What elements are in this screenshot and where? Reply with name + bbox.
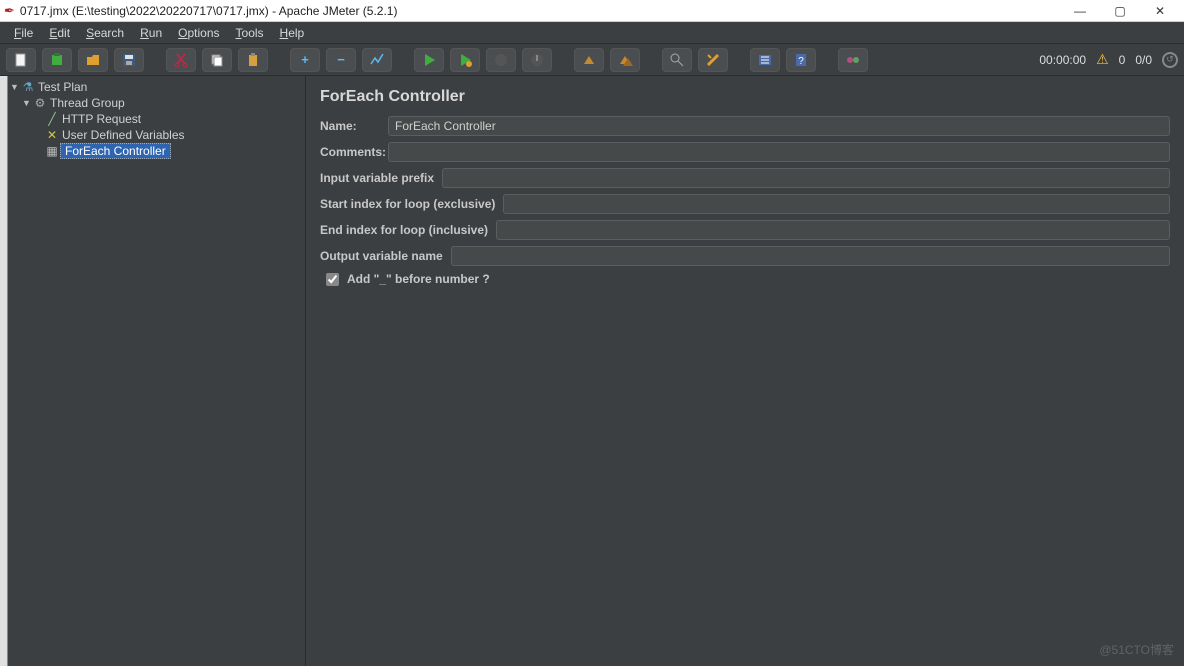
clear-button[interactable] bbox=[574, 48, 604, 72]
tree-node-thread-group[interactable]: ▼ ⚙ Thread Group bbox=[8, 95, 305, 111]
label-end-index: End index for loop (inclusive) bbox=[320, 223, 488, 237]
reset-search-button[interactable] bbox=[698, 48, 728, 72]
label-comments: Comments: bbox=[320, 145, 380, 159]
toggle-button[interactable] bbox=[362, 48, 392, 72]
window-title: 0717.jmx (E:\testing\2022\20220717\0717.… bbox=[20, 4, 398, 18]
menu-file[interactable]: File bbox=[8, 24, 39, 42]
label-add-underscore: Add "_" before number ? bbox=[347, 272, 490, 286]
gear-icon: ⚙ bbox=[32, 96, 48, 110]
clear-all-button[interactable] bbox=[610, 48, 640, 72]
toolbar: + − ? 00:00:00 ⚠ 0 0/0 ↺ bbox=[0, 44, 1184, 76]
label-start-index: Start index for loop (exclusive) bbox=[320, 197, 495, 211]
label-input-prefix: Input variable prefix bbox=[320, 171, 434, 185]
stop-button[interactable] bbox=[486, 48, 516, 72]
menu-tools[interactable]: Tools bbox=[230, 24, 270, 42]
warning-count: 0 bbox=[1119, 53, 1126, 67]
label-output-name: Output variable name bbox=[320, 249, 443, 263]
menu-run[interactable]: Run bbox=[134, 24, 168, 42]
beaker-icon: ⚗ bbox=[20, 80, 36, 94]
controller-icon: ▦ bbox=[44, 144, 60, 158]
tree-node-user-defined-variables[interactable]: ✕ User Defined Variables bbox=[8, 127, 305, 143]
input-start-index[interactable] bbox=[503, 194, 1170, 214]
tree-expand-icon[interactable]: ▼ bbox=[22, 98, 32, 108]
threads-indicator-icon: ↺ bbox=[1162, 52, 1178, 68]
input-output-variable-name[interactable] bbox=[451, 246, 1170, 266]
new-button[interactable] bbox=[6, 48, 36, 72]
window-close-button[interactable]: ✕ bbox=[1140, 0, 1180, 22]
menu-edit[interactable]: Edit bbox=[43, 24, 76, 42]
function-helper-button[interactable] bbox=[750, 48, 780, 72]
active-threads: 0/0 bbox=[1135, 53, 1152, 67]
start-no-timers-button[interactable] bbox=[450, 48, 480, 72]
left-gutter bbox=[0, 76, 8, 666]
templates-button[interactable] bbox=[42, 48, 72, 72]
copy-button[interactable] bbox=[202, 48, 232, 72]
window-minimize-button[interactable]: — bbox=[1060, 0, 1100, 22]
expand-all-button[interactable]: + bbox=[290, 48, 320, 72]
help-button[interactable]: ? bbox=[786, 48, 816, 72]
input-end-index[interactable] bbox=[496, 220, 1170, 240]
extras-button[interactable] bbox=[838, 48, 868, 72]
paste-button[interactable] bbox=[238, 48, 268, 72]
collapse-all-button[interactable]: − bbox=[326, 48, 356, 72]
tree-node-foreach-controller[interactable]: ▦ ForEach Controller bbox=[8, 143, 305, 159]
warning-icon[interactable]: ⚠ bbox=[1096, 51, 1109, 68]
svg-text:?: ? bbox=[798, 56, 804, 67]
start-button[interactable] bbox=[414, 48, 444, 72]
test-plan-tree[interactable]: ▼ ⚗ Test Plan ▼ ⚙ Thread Group ╱ HTTP Re… bbox=[8, 76, 306, 666]
menu-help[interactable]: Help bbox=[274, 24, 311, 42]
search-button[interactable] bbox=[662, 48, 692, 72]
tree-expand-icon[interactable]: ▼ bbox=[10, 82, 20, 92]
tools-icon: ✕ bbox=[44, 128, 60, 142]
panel-heading: ForEach Controller bbox=[320, 88, 1170, 106]
editor-panel: ForEach Controller Name: Comments: Input… bbox=[306, 76, 1184, 666]
label-name: Name: bbox=[320, 119, 380, 133]
app-icon: ✒ bbox=[4, 3, 15, 19]
save-button[interactable] bbox=[114, 48, 144, 72]
watermark: @51CTO博客 bbox=[1099, 641, 1174, 658]
tree-node-test-plan[interactable]: ▼ ⚗ Test Plan bbox=[8, 79, 305, 95]
open-button[interactable] bbox=[78, 48, 108, 72]
elapsed-time: 00:00:00 bbox=[1039, 53, 1086, 67]
cut-button[interactable] bbox=[166, 48, 196, 72]
menu-search[interactable]: Search bbox=[80, 24, 130, 42]
shutdown-button[interactable] bbox=[522, 48, 552, 72]
menu-options[interactable]: Options bbox=[172, 24, 225, 42]
window-titlebar: ✒ 0717.jmx (E:\testing\2022\20220717\071… bbox=[0, 0, 1184, 22]
pipette-icon: ╱ bbox=[44, 112, 60, 126]
input-name[interactable] bbox=[388, 116, 1170, 136]
tree-node-http-request[interactable]: ╱ HTTP Request bbox=[8, 111, 305, 127]
input-comments[interactable] bbox=[388, 142, 1170, 162]
menu-bar: File Edit Search Run Options Tools Help bbox=[0, 22, 1184, 44]
window-maximize-button[interactable]: ▢ bbox=[1100, 0, 1140, 22]
checkbox-add-underscore[interactable] bbox=[326, 273, 339, 286]
input-variable-prefix[interactable] bbox=[442, 168, 1170, 188]
